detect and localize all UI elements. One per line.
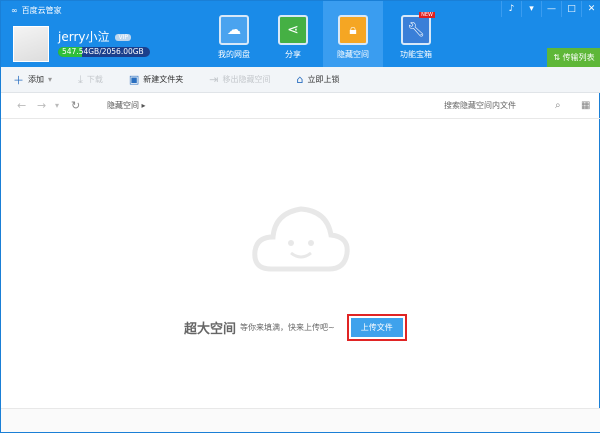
new-folder-label: 新建文件夹 xyxy=(143,75,184,84)
nav-share[interactable]: ⋖ 分享 xyxy=(263,1,323,67)
cloud-icon: ☁ xyxy=(219,15,249,45)
add-label: 添加 xyxy=(28,75,44,84)
move-out-icon: ⇥ xyxy=(209,73,219,86)
search-icon[interactable]: ⌕ xyxy=(555,100,561,111)
app-title: 百度云管家 xyxy=(21,6,62,15)
user-info: jerry小泣 VIP xyxy=(58,28,131,45)
download-label: 下载 xyxy=(86,75,103,84)
forward-icon[interactable]: → xyxy=(37,99,46,112)
status-bar xyxy=(1,408,600,432)
folder-plus-icon: ▣ xyxy=(128,73,140,86)
maximize-button[interactable]: □ xyxy=(561,1,581,17)
download-button[interactable]: ⤓ 下载 xyxy=(78,73,103,87)
empty-subtitle: 等你来填满，快来上传吧~ xyxy=(240,323,335,332)
back-icon[interactable]: ← xyxy=(17,99,26,112)
lock-icon: ⌂ xyxy=(296,73,304,86)
nav-my-disk[interactable]: ☁ 我的网盘 xyxy=(204,1,264,67)
breadcrumb-item: 隐藏空间 xyxy=(107,101,139,110)
header: ∞ 百度云管家 ♪ ▾ — □ ✕ jerry小泣 VIP 547.54GB/2056.00… xyxy=(1,1,600,67)
lock-label: 立即上锁 xyxy=(307,75,340,84)
vip-badge: VIP xyxy=(115,34,131,41)
lock-icon: 🔒︎ xyxy=(338,15,368,45)
add-button[interactable]: ＋ 添加 ▾ xyxy=(13,72,52,88)
chevron-down-icon: ▾ xyxy=(48,75,53,84)
quota-text: 547.54GB/2056.00GB xyxy=(62,47,144,56)
nav-hidden-space[interactable]: 🔒︎ 隐藏空间 xyxy=(323,1,383,67)
plus-icon: ＋ xyxy=(13,73,24,87)
new-folder-button[interactable]: ▣ 新建文件夹 xyxy=(129,73,183,86)
nav-toolbox[interactable]: 🔧︎ NEW 功能宝箱 xyxy=(386,1,446,67)
transfer-icon: ⇅ xyxy=(553,53,563,62)
menu-icon[interactable]: ▾ xyxy=(521,1,541,17)
upload-file-button[interactable]: 上传文件 xyxy=(350,318,403,337)
bell-icon[interactable]: ♪ xyxy=(501,1,521,17)
transfer-label: 传输列表 xyxy=(562,53,595,62)
wrench-icon: 🔧︎ NEW xyxy=(401,12,435,45)
toolbar: ＋ 添加 ▾ ⤓ 下载 ▣ 新建文件夹 ⇥ 移出隐藏空间 ⌂ 立即上锁 xyxy=(1,67,600,93)
history-dropdown-icon[interactable]: ▾ xyxy=(55,101,59,110)
window-controls: ♪ ▾ — □ ✕ xyxy=(501,1,600,17)
empty-message: 超大空间 等你来填满，快来上传吧~ 上传文件 xyxy=(184,314,407,341)
nav-label: 功能宝箱 xyxy=(400,50,432,59)
move-out-label: 移出隐藏空间 xyxy=(222,75,271,84)
refresh-icon[interactable]: ↻ xyxy=(71,99,80,112)
close-button[interactable]: ✕ xyxy=(581,1,600,17)
lock-now-button[interactable]: ⌂ 立即上锁 xyxy=(297,73,340,86)
address-bar: ← → ▾ ↻ 隐藏空间 ▸ 搜索隐藏空间内文件 ⌕ ▦ xyxy=(1,93,600,119)
nav-label: 分享 xyxy=(285,50,301,59)
minimize-button[interactable]: — xyxy=(541,1,561,17)
grid-view-icon[interactable]: ▦ xyxy=(581,100,590,111)
empty-title: 超大空间 xyxy=(184,322,237,337)
empty-cloud-icon xyxy=(252,206,350,272)
move-out-button[interactable]: ⇥ 移出隐藏空间 xyxy=(209,73,270,86)
storage-quota-bar: 547.54GB/2056.00GB xyxy=(58,47,150,57)
username: jerry小泣 xyxy=(58,30,110,44)
new-badge: NEW xyxy=(419,12,435,18)
download-icon: ⤓ xyxy=(78,72,83,86)
transfer-list-button[interactable]: ⇅ 传输列表 xyxy=(547,48,600,67)
app-brand: ∞ 百度云管家 xyxy=(11,5,62,16)
nav-label: 隐藏空间 xyxy=(337,50,369,59)
breadcrumb[interactable]: 隐藏空间 ▸ xyxy=(107,100,146,111)
avatar[interactable] xyxy=(13,26,49,62)
logo-icon: ∞ xyxy=(11,6,18,15)
upload-highlight: 上传文件 xyxy=(346,314,407,341)
search-input[interactable]: 搜索隐藏空间内文件 xyxy=(444,100,516,111)
file-area: 超大空间 等你来填满，快来上传吧~ 上传文件 xyxy=(1,119,600,409)
nav-label: 我的网盘 xyxy=(218,50,250,59)
share-icon: ⋖ xyxy=(278,15,308,45)
